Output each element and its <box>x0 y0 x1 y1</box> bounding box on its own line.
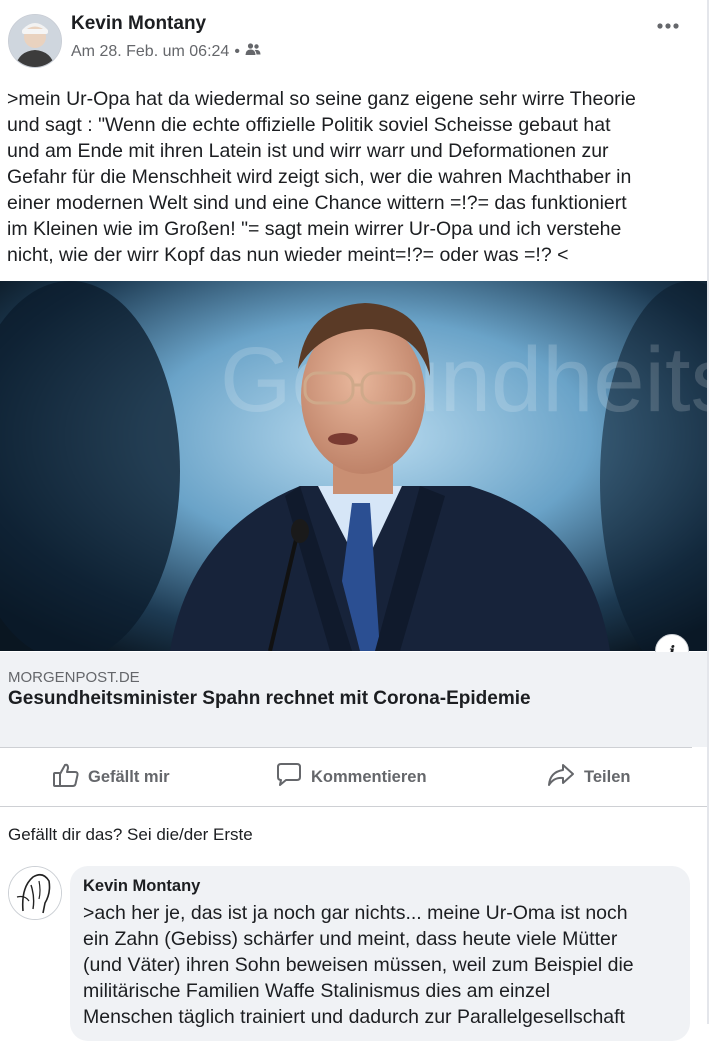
post-text-line: >mein Ur-Opa hat da wiedermal so seine g… <box>7 88 636 110</box>
comment-label: Kommentieren <box>311 767 427 786</box>
post-meta: Am 28. Feb. um 06:24 • <box>71 42 261 61</box>
friends-icon <box>245 42 261 61</box>
link-preview-image[interactable]: Gesundheitsministerium <box>0 281 707 651</box>
post-text-line: und am Ende mit ihren Latein ist und wir… <box>7 140 609 162</box>
comment-body: >ach her je, das ist ja noch gar nichts.… <box>83 900 683 1030</box>
share-button[interactable]: Teilen <box>546 748 630 806</box>
like-label: Gefällt mir <box>88 767 170 786</box>
link-preview-caption[interactable]: MORGENPOST.DE Gesundheitsminister Spahn … <box>0 652 707 747</box>
comment-bubble: Kevin Montany >ach her je, das ist ja no… <box>70 866 690 1041</box>
comment-text-line: >ach her je, das ist ja noch gar nichts.… <box>83 902 628 924</box>
likes-prompt: Gefällt dir das? Sei die/der Erste <box>8 825 253 844</box>
comment-author[interactable]: Kevin Montany <box>83 877 200 896</box>
post-text-line: im Kleinen wie im Großen! "= sagt mein w… <box>7 218 622 240</box>
author-name[interactable]: Kevin Montany <box>71 13 206 35</box>
divider <box>0 806 707 807</box>
share-label: Teilen <box>584 767 631 786</box>
like-button[interactable]: Gefällt mir <box>52 748 170 806</box>
post-actions: Gefällt mir Kommentieren Teilen <box>0 748 707 806</box>
link-domain: MORGENPOST.DE <box>8 669 140 686</box>
share-icon <box>546 762 576 793</box>
post-header: Kevin Montany Am 28. Feb. um 06:24 • <box>0 0 709 80</box>
post-text-line: nicht, wie der wirr Kopf das nun wieder … <box>7 244 569 266</box>
author-avatar[interactable] <box>8 14 62 68</box>
link-title[interactable]: Gesundheitsminister Spahn rechnet mit Co… <box>8 688 531 710</box>
commenter-avatar[interactable] <box>8 866 62 920</box>
meta-separator: • <box>234 42 240 60</box>
comment-text-line: ein Zahn (Gebiss) schärfer und meint, da… <box>83 928 618 950</box>
backdrop-lettering: Gesundheitsministerium <box>220 329 707 431</box>
comment-text-line: militärische Familien Waffe Stalinismus … <box>83 980 551 1002</box>
thumbs-up-icon <box>52 762 80 793</box>
post-text-line: und sagt : "Wenn die echte offizielle Po… <box>7 114 611 136</box>
post-text-line: einer modernen Welt sind und eine Chance… <box>7 192 627 214</box>
comment-icon <box>275 762 303 793</box>
comment-text-line: Menschen täglich trainiert und dadurch z… <box>83 1006 625 1028</box>
comment-button[interactable]: Kommentieren <box>275 748 427 806</box>
post-body: >mein Ur-Opa hat da wiedermal so seine g… <box>7 86 699 268</box>
post-text-line: Gefahr für die Menschheit wird zeigt sic… <box>7 166 632 188</box>
comment-text-line: (und Väter) ihren Sohn beweisen müssen, … <box>83 954 634 976</box>
more-options-icon[interactable] <box>656 10 680 36</box>
post-timestamp[interactable]: Am 28. Feb. um 06:24 <box>71 43 229 61</box>
